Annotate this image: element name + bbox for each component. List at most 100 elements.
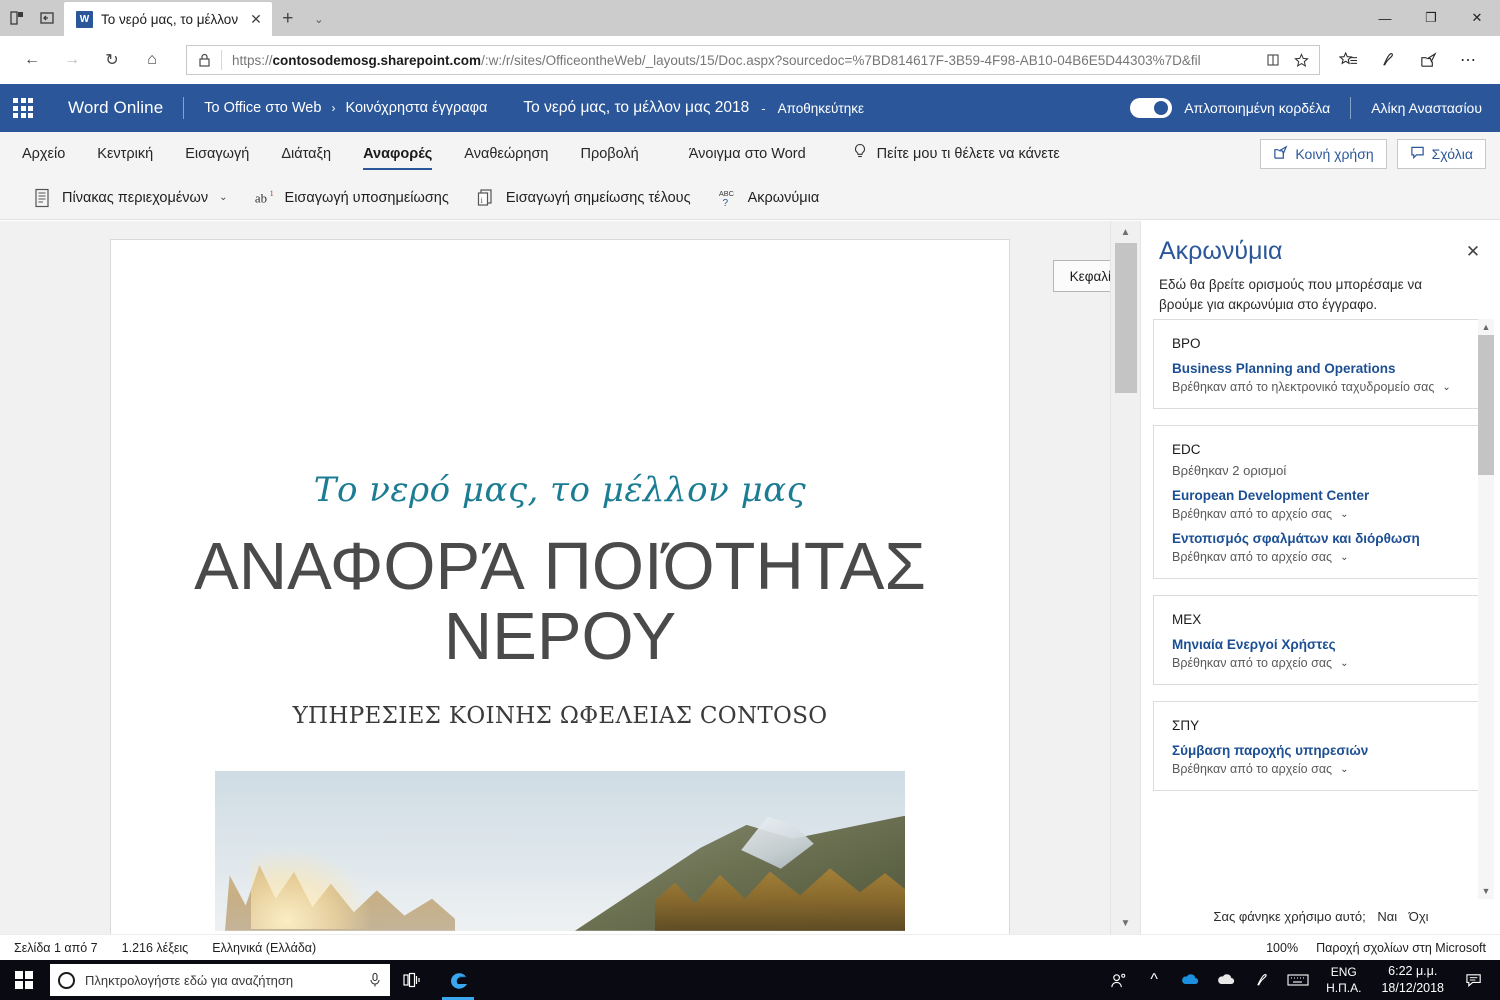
pane-title: Ακρωνύμια xyxy=(1159,237,1283,265)
edge-browser-icon[interactable] xyxy=(434,960,482,1000)
clock[interactable]: 6:22 μ.μ. 18/12/2018 xyxy=(1371,963,1454,997)
pane-scroll-up-icon[interactable]: ▲ xyxy=(1478,319,1494,335)
taskbar-search[interactable]: Πληκτρολογήστε εδώ για αναζήτηση xyxy=(50,964,390,996)
set-tabs-aside-icon[interactable] xyxy=(6,7,28,29)
clock-date: 18/12/2018 xyxy=(1381,981,1444,995)
refresh-button[interactable]: ↻ xyxy=(92,42,132,78)
ribbon-tab-file[interactable]: Αρχείο xyxy=(6,132,81,176)
web-notes-icon[interactable] xyxy=(1368,42,1408,78)
keyboard-icon[interactable] xyxy=(1280,960,1316,1000)
breadcrumb-library[interactable]: Κοινόχρηστα έγγραφα xyxy=(345,100,487,116)
acronym-definition[interactable]: European Development Center xyxy=(1172,488,1464,503)
app-launcher-icon[interactable] xyxy=(0,98,46,118)
microsoft-feedback-link[interactable]: Παροχή σχολίων στη Microsoft xyxy=(1316,941,1486,955)
acronyms-command[interactable]: ABC? Ακρωνύμια xyxy=(704,181,833,215)
close-icon[interactable]: ✕ xyxy=(1460,239,1486,265)
pen-icon[interactable] xyxy=(1244,960,1280,1000)
tray-overflow-icon[interactable]: ^ xyxy=(1136,960,1172,1000)
tabs-you-set-aside-icon[interactable] xyxy=(36,7,58,29)
ribbon-tab-strip: Αρχείο Κεντρική Εισαγωγή Διάταξη Αναφορέ… xyxy=(0,132,1500,176)
document-canvas[interactable]: Το νερό μας, το μέλλον μας ΑΝΑΦΟΡΆ ΠΟΙΌΤ… xyxy=(0,221,1140,934)
share-icon xyxy=(1273,145,1288,163)
start-button[interactable] xyxy=(0,960,48,1000)
insert-footnote-command[interactable]: ab 1 Εισαγωγή υποσημείωσης xyxy=(241,181,462,215)
acronym-card[interactable]: BPO Business Planning and Operations Βρέ… xyxy=(1153,319,1483,409)
acronym-source-label: Βρέθηκαν από το αρχείο σας xyxy=(1172,507,1333,521)
simplified-ribbon-toggle[interactable] xyxy=(1130,98,1173,118)
document-scroll-thumb[interactable] xyxy=(1115,243,1137,393)
onedrive-blue-icon[interactable] xyxy=(1172,960,1208,1000)
zoom-level[interactable]: 100% xyxy=(1266,941,1298,955)
chevron-down-icon[interactable]: ⌄ xyxy=(219,192,227,203)
document-title[interactable]: Το νερό μας, το μέλλον μας 2018 xyxy=(523,99,749,117)
pane-scroll-thumb[interactable] xyxy=(1478,335,1494,475)
minimize-button[interactable]: — xyxy=(1362,0,1408,36)
star-icon[interactable] xyxy=(1287,52,1315,68)
acronym-card[interactable]: ΣΠΥ Σύμβαση παροχής υπηρεσιών Βρέθηκαν α… xyxy=(1153,701,1483,791)
scroll-down-icon[interactable]: ▼ xyxy=(1111,912,1140,934)
ribbon-tab-view[interactable]: Προβολή xyxy=(565,132,655,176)
onedrive-white-icon[interactable] xyxy=(1208,960,1244,1000)
chevron-down-icon[interactable]: ⌄ xyxy=(1340,552,1348,563)
people-icon[interactable] xyxy=(1100,960,1136,1000)
home-button[interactable]: ⌂ xyxy=(132,42,172,78)
favorites-icon[interactable] xyxy=(1328,42,1368,78)
page-indicator[interactable]: Σελίδα 1 από 7 xyxy=(14,941,98,955)
scroll-up-icon[interactable]: ▲ xyxy=(1111,221,1140,243)
tab-title: Το νερό μας, το μέλλον xyxy=(101,11,239,27)
reading-view-icon[interactable] xyxy=(1259,53,1287,67)
document-page[interactable]: Το νερό μας, το μέλλον μας ΑΝΑΦΟΡΆ ΠΟΙΌΤ… xyxy=(110,239,1010,934)
share-button[interactable]: Κοινή χρήση xyxy=(1260,139,1387,169)
action-center-icon[interactable] xyxy=(1454,960,1494,1000)
more-options-icon[interactable]: ⋯ xyxy=(1448,42,1488,78)
share-icon[interactable] xyxy=(1408,42,1448,78)
insert-endnote-command[interactable]: i Εισαγωγή σημείωσης τέλους xyxy=(462,181,704,215)
microphone-icon[interactable] xyxy=(368,972,382,988)
pane-scrollbar[interactable]: ▲ ▼ xyxy=(1478,319,1494,899)
acronym-card[interactable]: MEX Μηνιαία Ενεργοί Χρήστες Βρέθηκαν από… xyxy=(1153,595,1483,685)
language-indicator[interactable]: ENG Η.Π.Α. xyxy=(1316,964,1371,996)
ribbon-tab-home[interactable]: Κεντρική xyxy=(81,132,169,176)
tab-list-chevron-icon[interactable]: ⌄ xyxy=(304,2,334,36)
feedback-yes-link[interactable]: Ναι xyxy=(1377,909,1397,924)
acronym-definition[interactable]: Εντοπισμός σφαλμάτων και διόρθωση xyxy=(1172,531,1464,546)
acronym-definition[interactable]: Business Planning and Operations xyxy=(1172,361,1464,376)
chevron-down-icon[interactable]: ⌄ xyxy=(1340,509,1348,520)
acronym-abbreviation: BPO xyxy=(1172,336,1201,351)
acronym-definition[interactable]: Σύμβαση παροχής υπηρεσιών xyxy=(1172,743,1464,758)
open-in-word-button[interactable]: Άνοιγμα στο Word xyxy=(673,132,822,176)
feedback-no-link[interactable]: Όχι xyxy=(1409,909,1429,924)
back-button[interactable]: ← xyxy=(12,42,52,78)
acronym-definition[interactable]: Μηνιαία Ενεργοί Χρήστες xyxy=(1172,637,1464,652)
toc-command[interactable]: Πίνακας περιεχομένων ⌄ xyxy=(18,181,241,215)
pane-scroll-down-icon[interactable]: ▼ xyxy=(1478,883,1494,899)
ribbon-tab-layout[interactable]: Διάταξη xyxy=(265,132,347,176)
restore-button[interactable]: ❐ xyxy=(1408,0,1454,36)
document-scrollbar[interactable]: ▲ ▼ xyxy=(1110,221,1140,934)
app-name[interactable]: Word Online xyxy=(68,98,163,118)
breadcrumb-site[interactable]: Το Office στο Web xyxy=(204,100,321,116)
insert-endnote-label: Εισαγωγή σημείωσης τέλους xyxy=(505,189,691,206)
ribbon-tab-insert[interactable]: Εισαγωγή xyxy=(169,132,265,176)
tell-me-search[interactable]: Πείτε μου τι θέλετε να κάνετε xyxy=(852,143,1060,165)
acronym-card[interactable]: EDC Βρέθηκαν 2 ορισμοί European Developm… xyxy=(1153,425,1483,579)
tab-close-icon[interactable]: ✕ xyxy=(250,12,262,26)
ribbon-tab-references[interactable]: Αναφορές xyxy=(347,132,448,176)
chevron-down-icon[interactable]: ⌄ xyxy=(1340,764,1348,775)
sun-glow-shape xyxy=(251,848,371,929)
chevron-down-icon[interactable]: ⌄ xyxy=(1340,658,1348,669)
user-name[interactable]: Αλίκη Αναστασίου xyxy=(1371,100,1482,116)
task-view-icon[interactable] xyxy=(390,960,434,1000)
word-count[interactable]: 1.216 λέξεις xyxy=(122,941,189,955)
close-window-button[interactable]: ✕ xyxy=(1454,0,1500,36)
comments-button[interactable]: Σχόλια xyxy=(1396,139,1486,169)
chevron-down-icon[interactable]: ⌄ xyxy=(1442,382,1450,393)
acronym-source-label: Βρέθηκαν από το αρχείο σας xyxy=(1172,762,1333,776)
browser-tab[interactable]: W Το νερό μας, το μέλλον ✕ xyxy=(64,2,272,36)
ribbon-right-actions: Κοινή χρήση Σχόλια xyxy=(1260,139,1500,169)
new-tab-button[interactable]: + xyxy=(272,2,304,36)
address-bar[interactable]: https://contosodemosg.sharepoint.com/:w:… xyxy=(186,45,1320,75)
ribbon-tab-review[interactable]: Αναθεώρηση xyxy=(448,132,564,176)
forward-button[interactable]: → xyxy=(52,42,92,78)
language-indicator[interactable]: Ελληνικά (Ελλάδα) xyxy=(212,941,316,955)
